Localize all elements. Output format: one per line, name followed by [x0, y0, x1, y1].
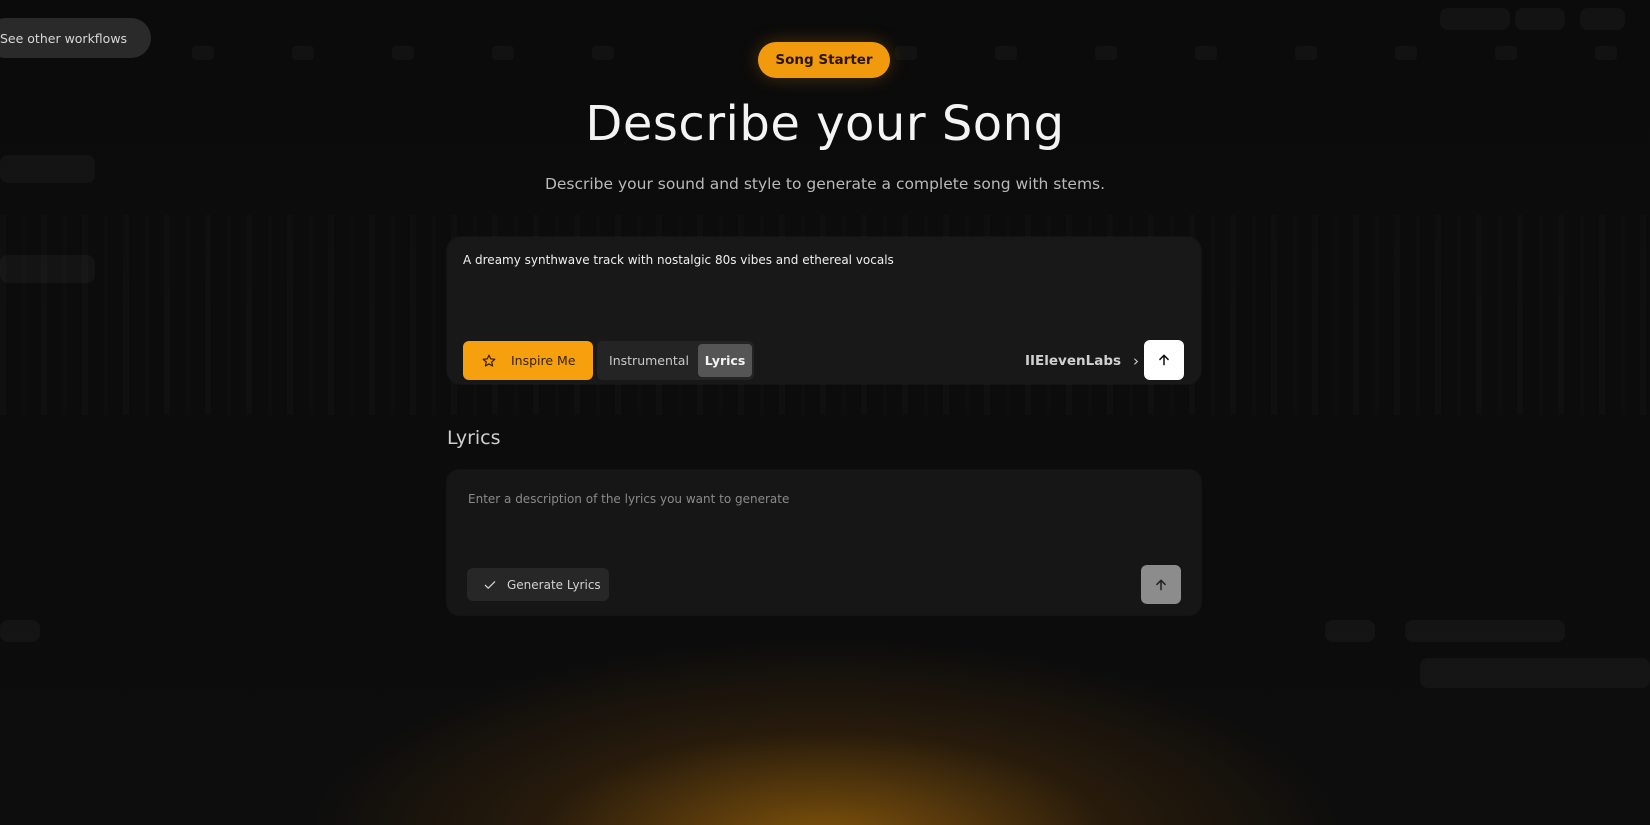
generate-lyrics-button[interactable]: Generate Lyrics — [467, 568, 609, 601]
background-decoration — [1095, 46, 1117, 60]
mode-lyrics-tab[interactable]: Lyrics — [698, 344, 752, 377]
background-decoration — [995, 46, 1017, 60]
background-decoration — [1405, 620, 1565, 642]
submit-lyrics-button[interactable] — [1141, 565, 1181, 604]
background-decoration — [592, 46, 614, 60]
see-other-workflows-button[interactable]: See other workflows — [0, 18, 152, 58]
background-decoration — [1395, 46, 1417, 60]
background-decoration — [1580, 8, 1625, 30]
badge-label: Song Starter — [775, 52, 873, 68]
lyrics-card: Generate Lyrics — [447, 470, 1201, 615]
elevenlabs-logo: IIElevenLabs — [1025, 352, 1122, 369]
background-decoration — [392, 46, 414, 60]
arrow-up-icon — [1159, 354, 1169, 366]
inspire-me-button[interactable]: Inspire Me — [463, 341, 593, 380]
star-icon — [482, 354, 496, 367]
background-decoration — [1495, 46, 1517, 60]
page-subtitle: Describe your sound and style to generat… — [544, 175, 1106, 193]
song-prompt-input[interactable]: A dreamy synthwave track with nostalgic … — [463, 253, 894, 267]
generate-lyrics-label: Generate Lyrics — [507, 577, 601, 592]
background-decoration — [1595, 46, 1617, 60]
app-stage: See other workflows Song Starter Describ… — [0, 0, 1650, 825]
song-prompt-card: A dreamy synthwave track with nostalgic … — [447, 237, 1201, 384]
workflows-label: See other workflows — [0, 30, 128, 46]
mode-toggle: Instrumental Lyrics — [597, 341, 754, 380]
background-decoration — [1420, 658, 1650, 688]
inspire-me-label: Inspire Me — [511, 353, 576, 368]
background-decoration — [0, 255, 95, 283]
check-icon — [484, 580, 496, 589]
background-decoration — [192, 46, 214, 60]
background-decoration — [1515, 8, 1565, 30]
background-decoration — [1325, 620, 1375, 642]
lyrics-description-input[interactable] — [466, 488, 1170, 510]
mode-instrumental-tab[interactable]: Instrumental — [600, 344, 698, 377]
arrow-up-icon — [1156, 579, 1166, 590]
background-decoration — [292, 46, 314, 60]
model-selector[interactable]: IIElevenLabs › — [1025, 341, 1139, 380]
background-decoration — [895, 46, 917, 60]
background-decoration — [1295, 46, 1317, 60]
page-title: Describe your Song — [585, 96, 1065, 152]
background-decoration — [492, 46, 514, 60]
submit-song-button[interactable] — [1144, 340, 1184, 380]
background-decoration — [0, 620, 40, 642]
song-starter-badge: Song Starter — [758, 42, 890, 78]
lyrics-heading: Lyrics — [447, 427, 501, 449]
background-decoration — [1195, 46, 1217, 60]
chevron-right-icon: › — [1133, 351, 1140, 370]
background-decoration — [1440, 8, 1510, 30]
